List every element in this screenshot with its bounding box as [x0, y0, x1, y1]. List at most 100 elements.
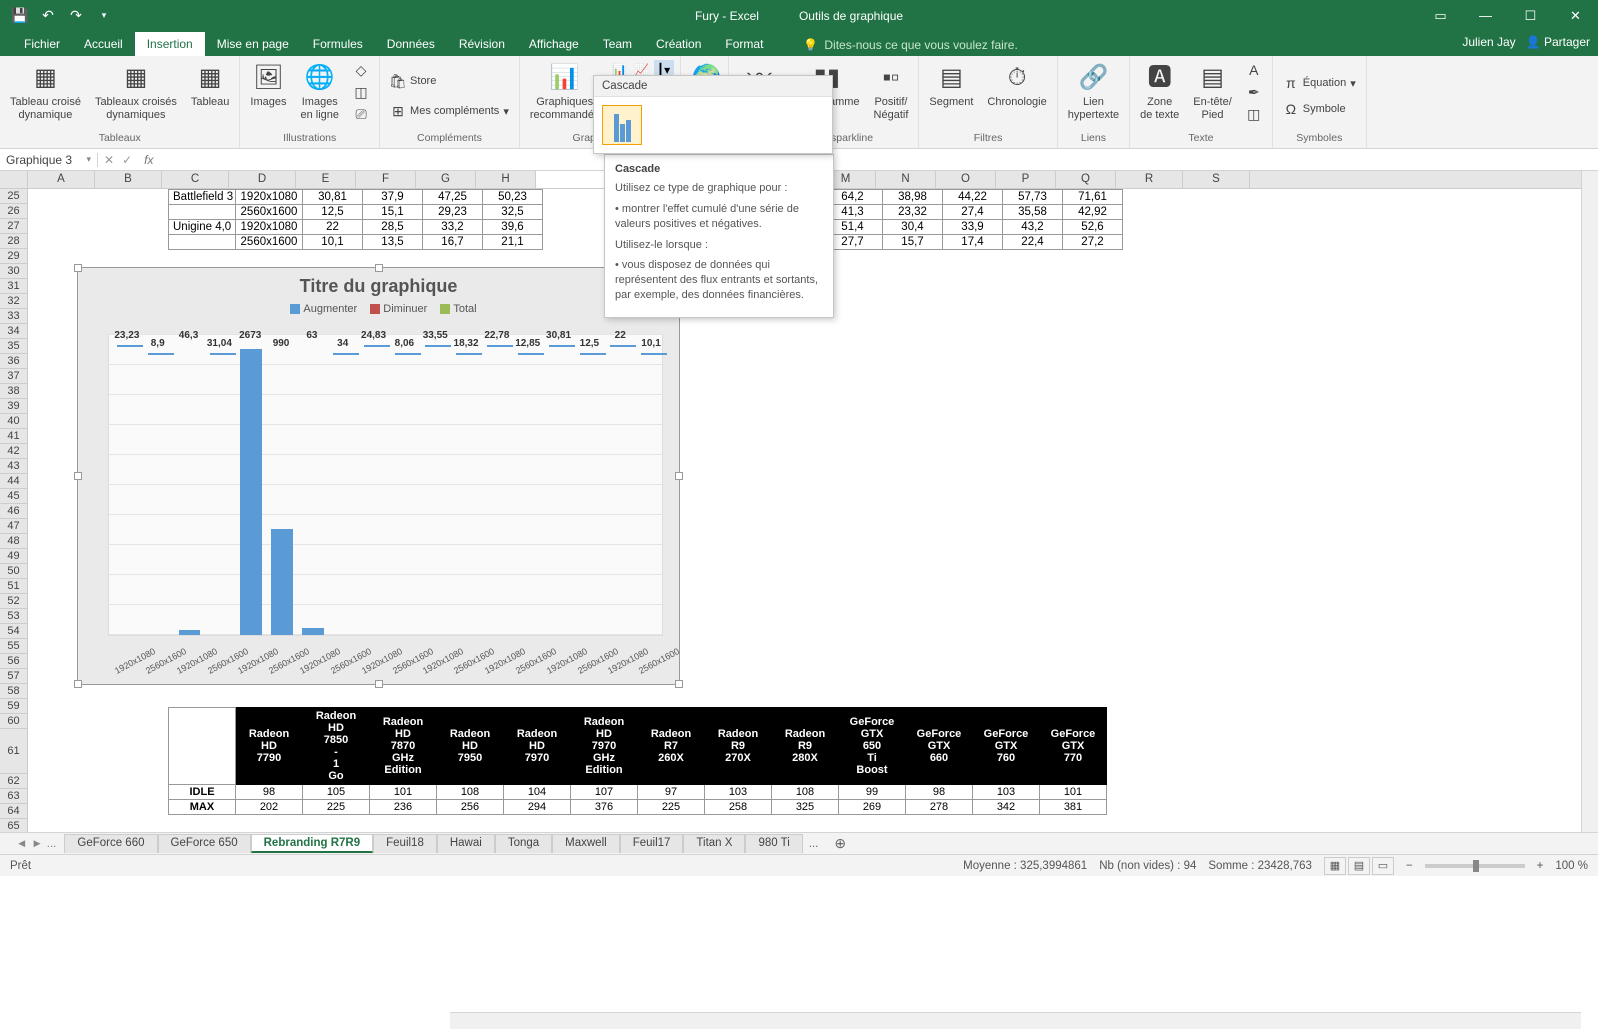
qat-customize-icon[interactable]: ▾	[92, 4, 116, 28]
row-header[interactable]: 38	[0, 384, 28, 399]
col-header[interactable]: H	[476, 171, 536, 188]
row-header[interactable]: 61	[0, 729, 28, 774]
col-header[interactable]: N	[876, 171, 936, 188]
object-button[interactable]: ◫	[1242, 104, 1266, 124]
row-header[interactable]: 57	[0, 669, 28, 684]
cell[interactable]: 42,92	[1063, 205, 1123, 220]
table-header[interactable]: RadeonHD7790	[236, 708, 303, 785]
vertical-scrollbar[interactable]	[1581, 171, 1598, 832]
symbol-button[interactable]: ΩSymbole	[1279, 99, 1350, 119]
cell[interactable]: 236	[370, 800, 437, 815]
row-header[interactable]: 44	[0, 474, 28, 489]
resize-handle[interactable]	[74, 472, 82, 480]
cell[interactable]: 108	[437, 785, 504, 800]
row-header[interactable]: 30	[0, 264, 28, 279]
col-header[interactable]: F	[356, 171, 416, 188]
cell[interactable]: 38,98	[883, 190, 943, 205]
cell[interactable]: 71,61	[1063, 190, 1123, 205]
cell[interactable]: 101	[370, 785, 437, 800]
hyperlink-button[interactable]: 🔗Lien hypertexte	[1064, 60, 1123, 124]
close-icon[interactable]: ✕	[1553, 0, 1598, 31]
zoom-level[interactable]: 100 %	[1555, 860, 1588, 872]
name-box[interactable]: Graphique 3▾	[0, 153, 98, 167]
recommended-pivots-button[interactable]: ▦Tableaux croisés dynamiques	[91, 60, 181, 124]
sparkline-winloss-button[interactable]: ▪▫Positif/ Négatif	[870, 60, 913, 124]
cell[interactable]: 39,6	[483, 220, 543, 235]
table-header[interactable]: GeForceGTX660	[906, 708, 973, 785]
chart-bar[interactable]	[117, 345, 143, 347]
chart-bar[interactable]	[487, 345, 513, 347]
recommended-charts-button[interactable]: 📊Graphiques recommandés	[526, 60, 604, 124]
pivot-table-button[interactable]: ▦Tableau croisé dynamique	[6, 60, 85, 124]
chart-bar[interactable]	[456, 353, 482, 355]
col-header[interactable]: D	[229, 171, 296, 188]
table-row-header[interactable]: IDLE	[169, 785, 236, 800]
tab-format[interactable]: Format	[713, 32, 775, 56]
row-header[interactable]: 51	[0, 579, 28, 594]
cell[interactable]: 28,5	[363, 220, 423, 235]
minimize-icon[interactable]: —	[1463, 0, 1508, 31]
cell[interactable]: 98	[906, 785, 973, 800]
wordart-button[interactable]: A	[1242, 60, 1266, 80]
cell[interactable]: 101	[1040, 785, 1107, 800]
row-header[interactable]: 31	[0, 279, 28, 294]
row-header[interactable]: 62	[0, 774, 28, 789]
row-header[interactable]: 46	[0, 504, 28, 519]
row-header[interactable]: 47	[0, 519, 28, 534]
select-all-corner[interactable]	[0, 171, 28, 188]
share-button[interactable]: 👤 Partager	[1526, 35, 1590, 49]
row-header[interactable]: 50	[0, 564, 28, 579]
chart-bar[interactable]	[549, 345, 575, 347]
cell[interactable]: 225	[638, 800, 705, 815]
col-header[interactable]: O	[936, 171, 996, 188]
resize-handle[interactable]	[74, 264, 82, 272]
user-name[interactable]: Julien Jay	[1462, 35, 1515, 49]
cell[interactable]: 269	[839, 800, 906, 815]
resize-handle[interactable]	[675, 680, 683, 688]
cell[interactable]: 325	[772, 800, 839, 815]
cell[interactable]: 13,5	[363, 235, 423, 250]
shapes-button[interactable]: ◇	[349, 60, 373, 80]
cell[interactable]: Unigine 4,0	[169, 220, 236, 235]
cell[interactable]: 99	[839, 785, 906, 800]
cell[interactable]: 43,2	[1003, 220, 1063, 235]
row-header[interactable]: 65	[0, 819, 28, 832]
chart-bar[interactable]	[333, 353, 359, 355]
table-row-header[interactable]: MAX	[169, 800, 236, 815]
row-header[interactable]: 39	[0, 399, 28, 414]
cell[interactable]: 15,1	[363, 205, 423, 220]
cell[interactable]: 30,4	[883, 220, 943, 235]
cell[interactable]: 98	[236, 785, 303, 800]
col-header[interactable]: C	[162, 171, 229, 188]
cancel-formula-icon[interactable]: ✕	[104, 153, 114, 167]
tab-donnees[interactable]: Données	[375, 32, 447, 56]
cell[interactable]: 27,2	[1063, 235, 1123, 250]
tab-team[interactable]: Team	[591, 32, 644, 56]
tab-revision[interactable]: Révision	[447, 32, 517, 56]
redo-icon[interactable]: ↷	[64, 4, 88, 28]
cell[interactable]: 202	[236, 800, 303, 815]
tab-accueil[interactable]: Accueil	[72, 32, 135, 56]
cell[interactable]: 47,25	[423, 190, 483, 205]
chart-bar[interactable]	[302, 628, 324, 635]
table-header[interactable]: GeForceGTX770	[1040, 708, 1107, 785]
cell[interactable]: 23,32	[883, 205, 943, 220]
resize-handle[interactable]	[675, 472, 683, 480]
row-header[interactable]: 26	[0, 204, 28, 219]
screenshot-button[interactable]: ⎚	[349, 104, 373, 124]
chart-plot-area[interactable]: 23,231920x10808,92560x160046,31920x10803…	[108, 334, 663, 636]
tab-formules[interactable]: Formules	[301, 32, 375, 56]
row-header[interactable]: 33	[0, 309, 28, 324]
tab-affichage[interactable]: Affichage	[517, 32, 591, 56]
row-header[interactable]: 25	[0, 189, 28, 204]
row-header[interactable]: 36	[0, 354, 28, 369]
sheet-tab[interactable]: GeForce 650	[158, 834, 251, 853]
sheet-tab[interactable]: GeForce 660	[64, 834, 157, 853]
chart-bar[interactable]	[148, 353, 174, 355]
waterfall-preset-1[interactable]	[602, 105, 642, 145]
enter-formula-icon[interactable]: ✓	[122, 153, 132, 167]
smartart-button[interactable]: ◫	[349, 82, 373, 102]
row-header[interactable]: 52	[0, 594, 28, 609]
row-header[interactable]: 53	[0, 609, 28, 624]
table-header[interactable]: RadeonHD7850-1Go	[303, 708, 370, 785]
